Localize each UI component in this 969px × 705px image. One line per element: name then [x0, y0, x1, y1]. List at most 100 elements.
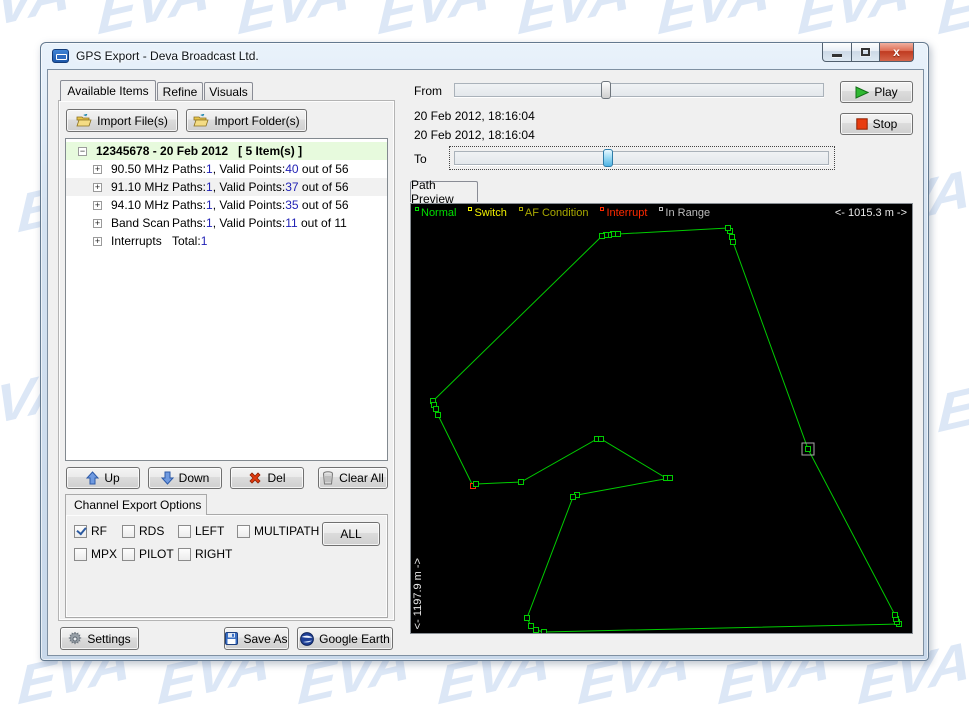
all-button[interactable]: ALL: [322, 522, 380, 546]
open-folder-icon: [193, 113, 209, 127]
clear-all-button[interactable]: Clear All: [318, 467, 388, 489]
legend-item-interrupt: Interrupt: [600, 207, 647, 219]
close-button[interactable]: x: [880, 43, 914, 62]
tree-item-name: 94.10 MHz: [111, 198, 170, 212]
checkbox-box: [74, 547, 87, 561]
legend-item-in-range: In Range: [659, 207, 710, 219]
to-slider[interactable]: [454, 149, 829, 167]
to-slider-thumb[interactable]: [602, 149, 613, 167]
app-icon: [52, 49, 69, 63]
play-button[interactable]: Play: [840, 81, 913, 103]
tree-row-94-10[interactable]: + 94.10 MHz Paths:1, Valid Points:35 out…: [66, 196, 387, 214]
deva-logo-watermark: EVA: [96, 0, 212, 47]
tree-row-interrupts[interactable]: + Interrupts Total:1: [66, 232, 387, 250]
deva-logo-watermark: EVA: [796, 0, 912, 47]
expand-icon[interactable]: +: [93, 200, 102, 210]
expand-icon[interactable]: +: [93, 164, 102, 174]
to-datetime: 20 Feb 2012, 18:16:04: [414, 128, 535, 142]
tree-row-90-50[interactable]: + 90.50 MHz Paths:1, Valid Points:40 out…: [66, 160, 387, 178]
checkbox-box: [178, 547, 191, 561]
tab-refine[interactable]: Refine: [157, 82, 203, 101]
close-icon: x: [893, 45, 900, 59]
tab-visuals[interactable]: Visuals: [204, 82, 253, 101]
import-files-button[interactable]: Import File(s): [66, 109, 178, 132]
checkbox-pilot[interactable]: PILOT: [122, 547, 174, 561]
checkbox-left[interactable]: LEFT: [178, 524, 224, 538]
up-label: Up: [104, 471, 120, 485]
checkbox-rds[interactable]: RDS: [122, 524, 164, 538]
expand-icon[interactable]: +: [93, 218, 102, 228]
checkbox-box: [237, 524, 250, 538]
tree-item-name: Interrupts: [111, 234, 162, 248]
play-icon: [855, 85, 870, 99]
checkbox-box: [122, 547, 135, 561]
import-files-label: Import File(s): [97, 113, 168, 128]
path-preview-canvas[interactable]: Normal Switch AF Condition Interrupt In …: [410, 203, 913, 634]
from-slider[interactable]: [454, 81, 824, 99]
vertical-extent-label: <- 1197.9 m ->: [412, 557, 424, 629]
tree-row-91-10[interactable]: + 91.10 MHz Paths:1, Valid Points:37 out…: [66, 178, 387, 196]
deva-logo-watermark: EVA: [516, 0, 632, 47]
legend-item-switch: Switch: [468, 207, 507, 219]
settings-button[interactable]: Settings: [60, 627, 139, 650]
checkbox-label: MULTIPATH: [254, 524, 320, 538]
delete-x-icon: [248, 471, 262, 485]
down-arrow-icon: [160, 471, 174, 485]
deva-logo-watermark: EVA: [236, 0, 352, 47]
google-earth-label: Google Earth: [319, 631, 390, 646]
checkbox-box: [74, 524, 87, 538]
stop-icon: [855, 118, 868, 130]
save-as-button[interactable]: Save As: [224, 627, 289, 650]
checkbox-label: RF: [91, 524, 107, 538]
down-label: Down: [178, 471, 210, 485]
checkbox-label: LEFT: [195, 524, 225, 538]
tree-row-band-scan[interactable]: + Band Scan Paths:1, Valid Points:11 out…: [66, 214, 387, 232]
tree-root-row[interactable]: − 12345678 - 20 Feb 2012 [ 5 Item(s) ]: [66, 142, 387, 160]
checkbox-multipath[interactable]: MULTIPATH: [237, 524, 319, 538]
from-slider-thumb[interactable]: [600, 81, 611, 99]
play-label: Play: [874, 85, 898, 99]
google-earth-icon: [300, 631, 315, 646]
down-button[interactable]: Down: [148, 467, 222, 489]
deva-logo-watermark: EVA: [0, 0, 72, 47]
legend-square: [659, 207, 664, 211]
path-legend: Normal Switch AF Condition Interrupt In …: [415, 207, 710, 219]
title-bar[interactable]: GPS Export - Deva Broadcast Ltd. x: [41, 43, 928, 69]
tree-item-detail: Paths:: [172, 180, 207, 194]
minimize-icon: [832, 53, 842, 57]
expand-icon[interactable]: +: [93, 182, 102, 192]
google-earth-button[interactable]: Google Earth: [297, 627, 393, 650]
checkbox-rf[interactable]: RF: [74, 524, 107, 538]
gear-icon: [68, 630, 82, 646]
tab-available-items[interactable]: Available Items: [60, 80, 156, 101]
from-label: From: [414, 84, 442, 98]
checkbox-mpx[interactable]: MPX: [74, 547, 117, 561]
checkbox-right[interactable]: RIGHT: [178, 547, 232, 561]
maximize-button[interactable]: [852, 43, 880, 62]
stop-button[interactable]: Stop: [840, 113, 913, 135]
tree-item-name: 90.50 MHz: [111, 162, 170, 176]
expand-icon[interactable]: +: [93, 236, 102, 246]
horizontal-extent-label: <- 1015.3 m ->: [834, 207, 907, 219]
legend-square: [468, 207, 473, 211]
tree-item-detail: Paths:: [172, 216, 207, 230]
import-folders-button[interactable]: Import Folder(s): [186, 109, 307, 132]
tree-item-detail: Paths:: [172, 198, 207, 212]
legend-item-af-condition: AF Condition: [518, 207, 588, 219]
deva-logo-watermark: EVA: [656, 0, 772, 47]
checkbox-label: PILOT: [139, 547, 174, 561]
window-title: GPS Export - Deva Broadcast Ltd.: [76, 49, 259, 63]
save-as-label: Save As: [243, 631, 288, 646]
deva-logo-watermark: EVA: [936, 0, 969, 47]
del-button[interactable]: Del: [230, 467, 304, 489]
collapse-icon[interactable]: −: [78, 146, 87, 156]
available-items-tree: − 12345678 - 20 Feb 2012 [ 5 Item(s) ] +…: [65, 138, 388, 461]
deva-logo-watermark: EVA: [376, 0, 492, 47]
checkbox-box: [122, 524, 135, 538]
tab-path-preview[interactable]: Path Preview: [410, 178, 478, 206]
legend-square: [415, 207, 419, 211]
from-datetime: 20 Feb 2012, 18:16:04: [414, 109, 535, 123]
up-button[interactable]: Up: [66, 467, 140, 489]
minimize-button[interactable]: [822, 43, 852, 62]
import-folders-label: Import Folder(s): [214, 113, 300, 128]
